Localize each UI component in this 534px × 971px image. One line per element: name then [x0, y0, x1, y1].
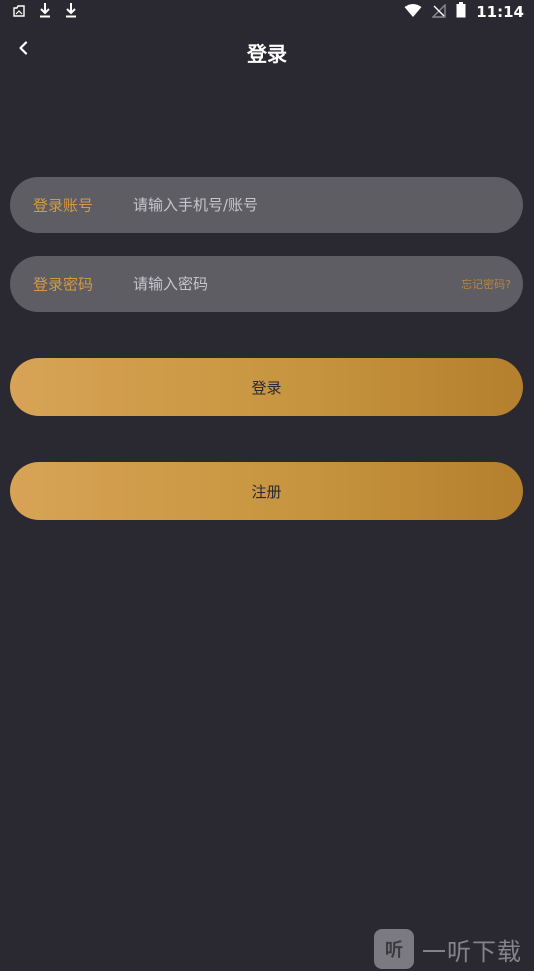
status-right: 11:14 — [404, 2, 524, 22]
account-field: 登录账号 — [10, 177, 523, 233]
status-bar: 11:14 — [0, 0, 534, 24]
watermark-text: 一听下载 — [422, 937, 522, 966]
watermark: 听 一听下载 — [374, 927, 534, 971]
download-icon — [38, 2, 52, 22]
password-input[interactable] — [133, 256, 433, 312]
download-icon — [64, 2, 78, 22]
password-field: 登录密码 忘记密码? — [10, 256, 523, 312]
account-field-label: 登录账号 — [33, 196, 94, 215]
no-signal-icon — [431, 2, 446, 22]
forgot-password-link[interactable]: 忘记密码? — [461, 276, 511, 292]
status-time: 11:14 — [476, 3, 524, 21]
gallery-icon — [12, 3, 26, 22]
page-title: 登录 — [247, 42, 287, 66]
watermark-logo: 听 — [374, 929, 414, 969]
nav-bar: 登录 — [0, 30, 534, 74]
battery-icon — [456, 2, 466, 22]
account-input[interactable] — [133, 177, 433, 233]
status-left — [12, 2, 78, 22]
login-button[interactable]: 登录 — [10, 358, 523, 416]
wifi-icon — [404, 3, 422, 22]
password-field-label: 登录密码 — [33, 275, 94, 294]
register-button[interactable]: 注册 — [10, 462, 523, 520]
